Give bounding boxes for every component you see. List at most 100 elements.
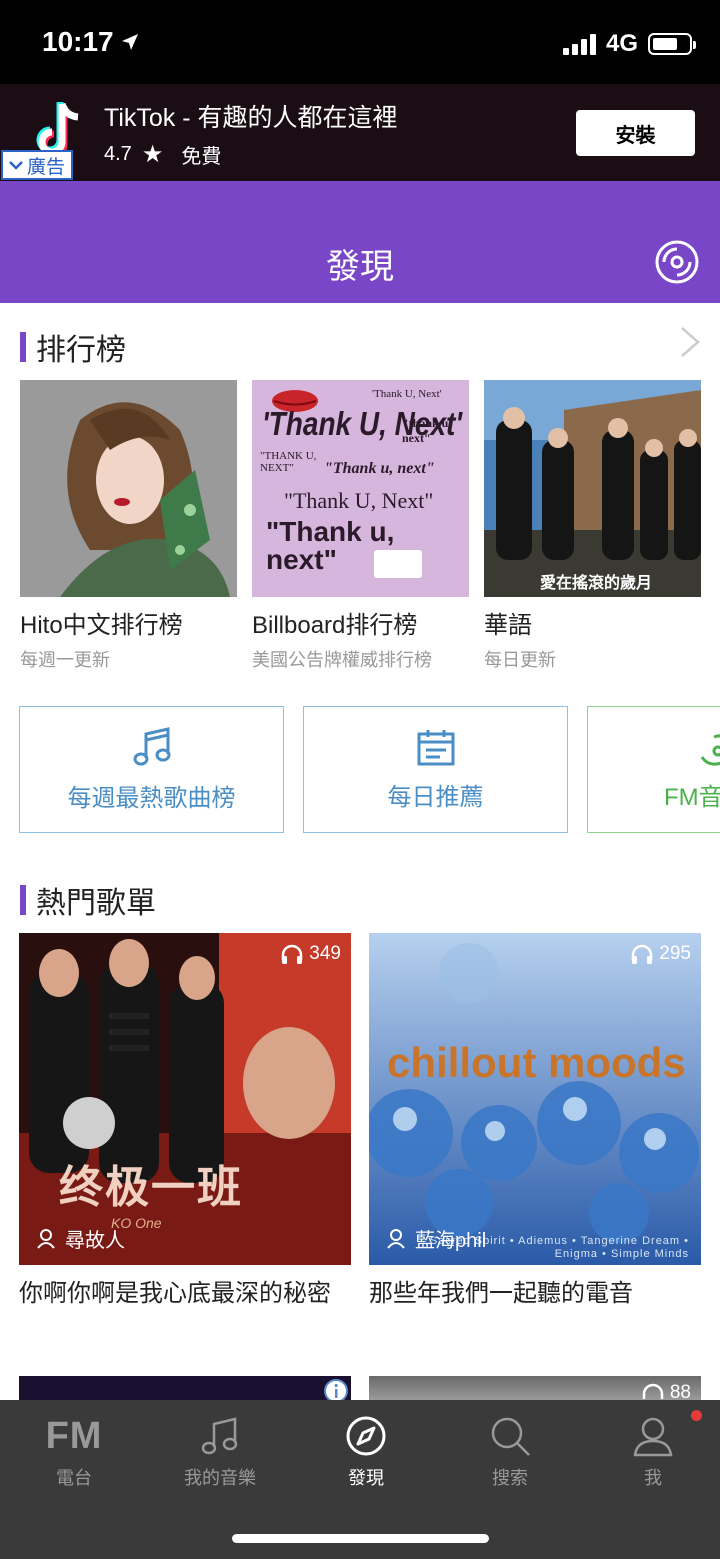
play-count: 88 <box>642 1382 691 1400</box>
ad-rating: 4.7 <box>104 143 132 165</box>
status-indicators: 4G <box>562 30 696 58</box>
tab-label: 電台 <box>56 1468 92 1488</box>
user-icon <box>633 1417 673 1457</box>
play-count: 295 <box>631 943 691 965</box>
ranking-card-hito[interactable]: Hito中文排行榜 每週一更新 <box>20 380 237 672</box>
user-icon <box>37 1228 55 1249</box>
cover-art-text: 终极一班 <box>59 1162 243 1213</box>
compass-icon <box>346 1416 386 1456</box>
ranking-title-text: 排行榜 <box>36 334 126 367</box>
ranking-name: 華語 <box>484 612 532 639</box>
search-icon <box>491 1417 530 1456</box>
ad-banner[interactable]: 廣告 TikTok - 有趣的人都在這裡 4.7 ★ 免費 安裝 <box>0 84 720 181</box>
section-marker <box>20 332 26 362</box>
ranking-name: Billboard排行榜 <box>252 612 418 639</box>
playlist-cover: 终极一班 KO One 349 尋故人 <box>19 933 351 1265</box>
network-type: 4G <box>605 30 638 57</box>
play-count-value: 88 <box>669 1382 691 1400</box>
playlist-owner: 藍海phil <box>387 1224 486 1253</box>
headphones-icon <box>642 1383 664 1399</box>
ranking-subtitle: 每日更新 <box>484 650 556 670</box>
art-line: "Thank U, Next" <box>284 488 434 513</box>
play-count-value: 349 <box>309 943 341 964</box>
art-line-big: 'Thank U, Next' <box>262 404 463 442</box>
tab-discover[interactable]: 發現 <box>294 1414 438 1490</box>
hot-playlists-title-text: 熱門歌單 <box>36 887 156 920</box>
page-title: 發現 <box>326 248 394 286</box>
ranking-subtitle: 每週一更新 <box>20 650 110 670</box>
music-note-icon <box>201 1417 238 1455</box>
billboard-cover: 'Thank U, Next' "thank u, next" 'Thank U… <box>252 380 469 597</box>
ranking-subtitle: 美國公告牌權威排行榜 <box>252 650 432 670</box>
tab-radio[interactable]: FM 電台 <box>2 1414 146 1490</box>
category-label: 每週最熱歌曲榜 <box>67 785 236 812</box>
clock: 10:17 <box>42 26 114 57</box>
playlist-name: 你啊你啊是我心底最深的秘密 <box>19 1280 331 1307</box>
hito-cover <box>20 380 237 597</box>
notification-dot <box>691 1410 702 1421</box>
ad-price: 免費 <box>181 146 222 168</box>
art-line: "THANK U, NEXT" <box>260 450 317 474</box>
status-bar: 10:17 4G <box>0 0 720 84</box>
playlist-card-peek[interactable]: 88 <box>369 1376 701 1400</box>
daily-recommend-button[interactable]: 每日推薦 <box>303 706 568 833</box>
calendar-icon <box>417 730 454 766</box>
headphones-icon <box>632 944 653 964</box>
install-button[interactable]: 安裝 <box>576 110 695 156</box>
ranking-section-title: 排行榜 <box>20 325 126 369</box>
user-icon <box>387 1228 405 1249</box>
ranking-name: Hito中文排行榜 <box>20 612 183 639</box>
ad-meta: 4.7 ★ 免費 <box>104 140 221 169</box>
playlist-card-peek[interactable] <box>19 1376 351 1400</box>
weekly-hot-button[interactable]: 每週最熱歌曲榜 <box>19 706 284 833</box>
chevron-right-icon[interactable] <box>678 326 702 358</box>
info-icon[interactable] <box>323 1378 349 1400</box>
signal-icon <box>562 33 596 55</box>
section-marker <box>20 885 26 915</box>
location-arrow-icon <box>121 34 138 50</box>
battery-icon <box>648 33 696 55</box>
fm-icon: FM <box>46 1414 103 1458</box>
playlist-card[interactable]: 终极一班 KO One 349 尋故人 你啊你啊是我心底最深的秘密 <box>19 933 351 1308</box>
home-indicator[interactable] <box>232 1534 489 1543</box>
guitar-icon <box>700 734 720 766</box>
star-icon: ★ <box>141 141 164 168</box>
tab-my-music[interactable]: 我的音樂 <box>148 1414 292 1490</box>
owner-name: 尋故人 <box>65 1230 125 1252</box>
music-note-icon <box>133 727 170 766</box>
ad-tag-label: 廣告 <box>27 156 66 178</box>
art-line: 'Thank U, Next' <box>372 388 442 400</box>
category-label: FM音 <box>664 784 720 811</box>
art-card <box>374 550 422 578</box>
play-count: 349 <box>281 943 341 965</box>
ad-title: TikTok - 有趣的人都在這裡 <box>104 104 398 132</box>
fm-icon-text: FM <box>45 1414 103 1457</box>
playlist-owner: 尋故人 <box>37 1224 125 1253</box>
playlist-card[interactable]: chillout moods Sacred Spirit • Adiemus •… <box>369 933 701 1308</box>
tab-search[interactable]: 搜索 <box>438 1414 582 1490</box>
fm-category-button[interactable]: FM音 <box>587 706 720 833</box>
tab-me[interactable]: 我 <box>581 1414 720 1490</box>
chevron-down-icon <box>9 161 23 170</box>
cover-art-text: chillout moods <box>387 1039 686 1086</box>
ranking-card-billboard[interactable]: 'Thank U, Next' "thank u, next" 'Thank U… <box>252 380 469 672</box>
tab-label: 發現 <box>348 1468 384 1488</box>
disc-player-icon[interactable] <box>655 240 699 284</box>
tab-label: 我的音樂 <box>184 1468 256 1488</box>
ranking-card-mandarin[interactable]: 愛在搖滾的歲月 華語 每日更新 <box>484 380 701 672</box>
ad-tag[interactable]: 廣告 <box>1 150 74 180</box>
art-line: "Thank u, next" <box>324 460 435 477</box>
status-time: 10:17 <box>42 26 140 58</box>
mandarin-cover: 愛在搖滾的歲月 <box>484 380 701 597</box>
hot-playlists-section-title: 熱門歌單 <box>20 878 156 922</box>
page-header: 發現 <box>0 181 720 303</box>
category-label: 每日推薦 <box>387 784 484 811</box>
playlist-cover: chillout moods Sacred Spirit • Adiemus •… <box>369 933 701 1265</box>
owner-name: 藍海phil <box>415 1230 487 1252</box>
tab-label: 我 <box>644 1468 662 1488</box>
art-caption: 愛在搖滾的歲月 <box>540 573 653 592</box>
play-count-value: 295 <box>659 943 691 964</box>
headphones-icon <box>282 944 303 964</box>
playlist-name: 那些年我們一起聽的電音 <box>369 1280 633 1307</box>
tab-label: 搜索 <box>492 1468 528 1488</box>
